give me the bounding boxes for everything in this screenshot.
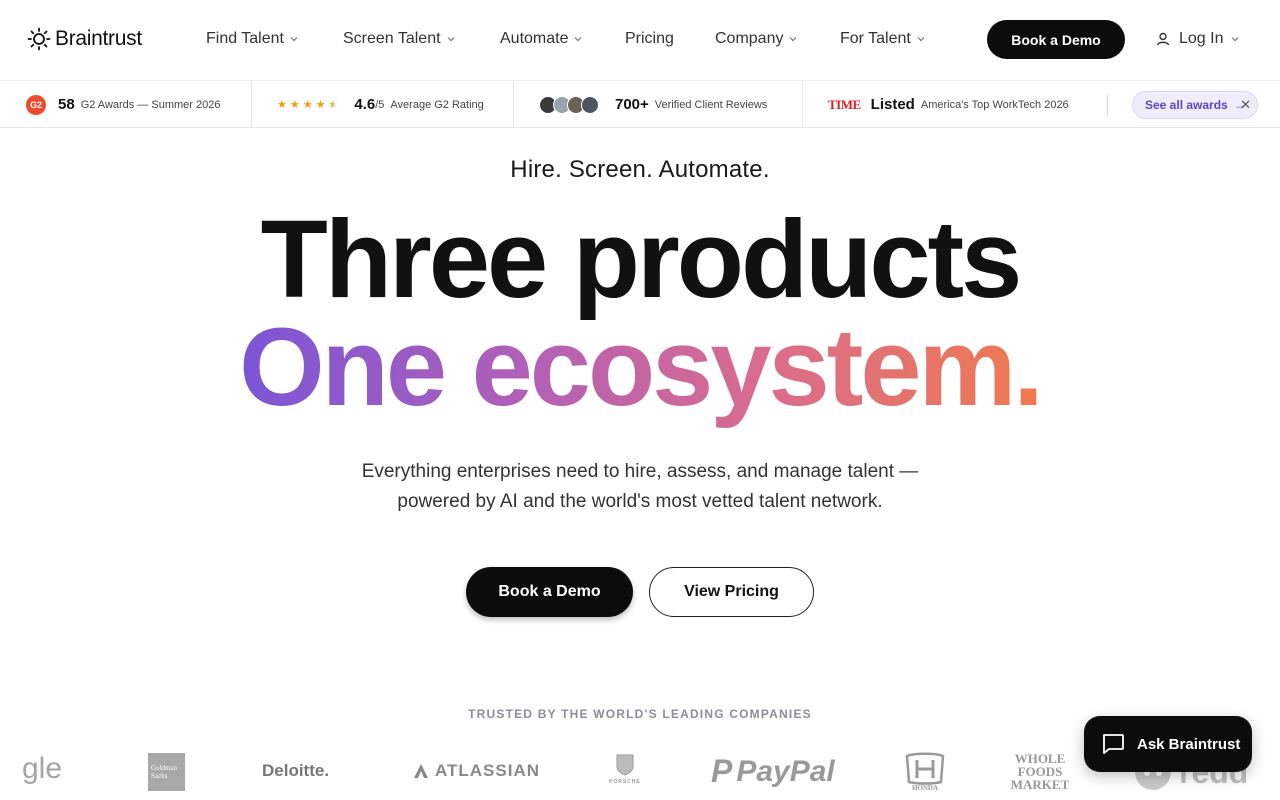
reviewer-avatars	[539, 95, 599, 114]
honda-logo: HONDA	[904, 752, 946, 792]
chevron-down-icon	[917, 37, 925, 42]
google-logo: gle	[22, 752, 63, 785]
porsche-crest-icon	[616, 754, 634, 776]
trusted-heading: TRUSTED BY THE WORLD'S LEADING COMPANIES	[468, 707, 812, 721]
honda-h-icon	[905, 752, 945, 785]
close-icon[interactable]: ✕	[1240, 97, 1251, 113]
chevron-down-icon	[290, 37, 298, 42]
nav-company[interactable]: Company	[715, 30, 797, 48]
ask-braintrust-label: Ask Braintrust	[1137, 735, 1241, 753]
porsche-logo: PORSCHE	[609, 753, 641, 785]
nav-label: Company	[715, 30, 784, 47]
star-rating-icon: ★ ★ ★ ★ ★	[277, 99, 339, 111]
whole-foods-logo: WHOLE FOODS MARKET	[1010, 751, 1070, 792]
hero-headline-line2: One ecosystem.	[0, 304, 1280, 432]
see-all-awards-link[interactable]: See all awards → ✕	[1132, 91, 1258, 119]
g2-award-label: G2 Awards — Summer 2026	[80, 98, 221, 111]
nav-label: Pricing	[625, 30, 674, 47]
chat-bubble-icon	[1103, 734, 1124, 754]
login-menu[interactable]: Log In	[1155, 30, 1239, 48]
atlassian-logo: ATLASSIAN	[413, 761, 540, 781]
reviews-label: Verified Client Reviews	[654, 98, 768, 111]
brand-logo[interactable]: Braintrust	[27, 27, 142, 51]
ask-braintrust-button[interactable]: Ask Braintrust	[1084, 716, 1252, 772]
nav-label: Find Talent	[206, 30, 284, 47]
atlassian-text: ATLASSIAN	[435, 761, 541, 780]
divider	[513, 81, 514, 128]
nav-find-talent[interactable]: Find Talent	[206, 30, 298, 48]
goldman-sachs-text: Goldman Sachs	[151, 764, 178, 780]
view-pricing-button[interactable]: View Pricing	[649, 567, 814, 617]
paypal-p-icon: P	[711, 753, 733, 789]
sun-icon	[27, 27, 51, 51]
awards-bar: G2 58 G2 Awards — Summer 2026 ★ ★ ★ ★ ★ 4.6 …	[0, 80, 1280, 128]
atlassian-icon	[414, 764, 428, 778]
login-label: Log In	[1179, 30, 1224, 47]
g2-logo-icon: G2	[26, 94, 46, 115]
hero-subtitle: Everything enterprises need to hire, ass…	[361, 461, 919, 512]
hero-eyebrow: Hire. Screen. Automate.	[510, 156, 770, 183]
chevron-down-icon	[447, 37, 454, 42]
nav-pricing[interactable]: Pricing	[625, 30, 674, 48]
nav-label: Screen Talent	[343, 30, 441, 47]
nav-for-talent[interactable]: For Talent	[840, 30, 925, 48]
nav-label: For Talent	[840, 30, 911, 47]
book-demo-button[interactable]: Book a Demo	[987, 20, 1125, 59]
brand-name: Braintrust	[55, 27, 142, 50]
paypal-text: PayPal	[736, 754, 835, 788]
rating-item: ★ ★ ★ ★ ★ 4.6 /5 Average G2 Rating	[277, 81, 484, 128]
chevron-down-icon	[790, 37, 797, 42]
paypal-logo: P PayPal	[711, 753, 835, 790]
time-item: TIME Listed America's Top WorkTech 2026	[828, 81, 1069, 128]
g2-award-count: 58	[58, 96, 75, 113]
book-demo-cta-button[interactable]: Book a Demo	[466, 567, 633, 617]
honda-text: HONDA	[911, 784, 939, 792]
nav-label: Automate	[500, 30, 569, 47]
reviews-count: 700+	[615, 96, 649, 113]
see-all-label: See all awards	[1145, 98, 1228, 112]
divider	[251, 81, 252, 128]
chevron-down-icon	[575, 37, 582, 42]
gradient-text: One ecosystem.	[239, 306, 1044, 429]
nav-automate[interactable]: Automate	[500, 30, 582, 48]
nav-screen-talent[interactable]: Screen Talent	[343, 30, 455, 48]
time-label: America's Top WorkTech 2026	[920, 98, 1069, 111]
rating-scale: /5	[375, 98, 385, 111]
avatar	[581, 95, 599, 114]
divider	[802, 81, 803, 128]
goldman-sachs-logo: Goldman Sachs	[148, 753, 185, 791]
chevron-down-icon	[1232, 37, 1239, 42]
time-status: Listed	[870, 96, 915, 113]
deloitte-logo: Deloitte.	[262, 761, 330, 780]
porsche-text: PORSCHE	[609, 779, 641, 785]
top-nav: Braintrust Find Talent Screen Talent Aut…	[0, 0, 1280, 80]
reviews-item: 700+ Verified Client Reviews	[539, 81, 767, 128]
rating-label: Average G2 Rating	[390, 98, 484, 111]
rating-value: 4.6	[354, 96, 376, 113]
user-icon	[1156, 32, 1170, 46]
divider	[1107, 95, 1108, 115]
time-logo: TIME	[828, 96, 861, 112]
g2-awards-item: G2 58 G2 Awards — Summer 2026	[26, 81, 221, 128]
